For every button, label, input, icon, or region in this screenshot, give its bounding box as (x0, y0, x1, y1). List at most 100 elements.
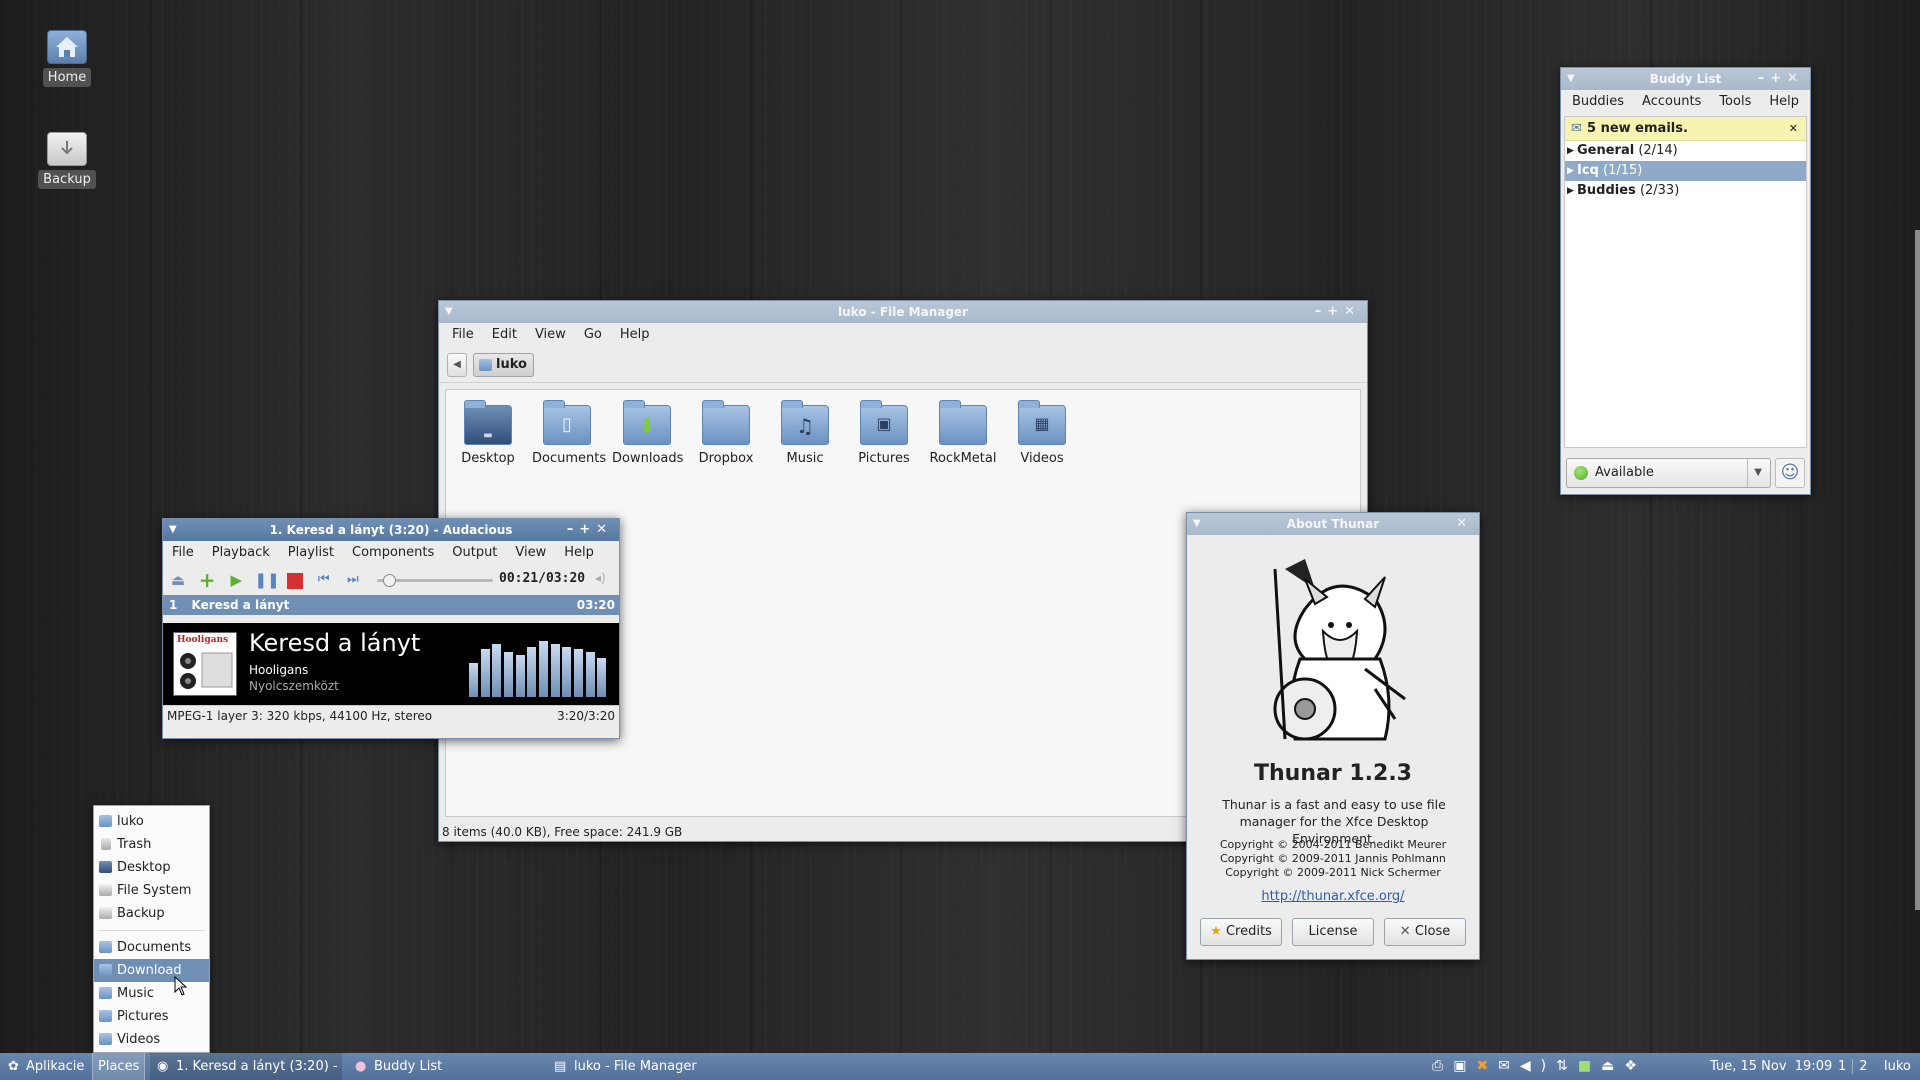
pidgin-tray-icon[interactable]: ■ (1578, 1058, 1601, 1074)
window-controls[interactable]: –+✕ (1758, 68, 1804, 90)
applications-menu-button[interactable]: ✿ Aplikacie (6, 1053, 84, 1080)
workspace-1[interactable]: 1 (1832, 1059, 1852, 1074)
chevron-down-icon: ▼ (1747, 459, 1762, 487)
buddy-group[interactable]: ▶ Buddies (2/33) (1565, 181, 1806, 201)
expander-icon[interactable]: ▶ (1567, 141, 1574, 161)
file-manager-icon: ▤ (554, 1059, 567, 1074)
clock[interactable]: Tue, 15 Nov 19:09 (1710, 1053, 1832, 1080)
places-item-videos[interactable]: Videos (94, 1028, 209, 1051)
places-item-label: Music (117, 986, 154, 1001)
menu-view[interactable]: View (506, 541, 555, 565)
playlist-row[interactable]: 1 Keresd a lányt 03:20 (163, 595, 619, 615)
close-button[interactable]: ✕ Close (1384, 918, 1466, 946)
printer-icon[interactable]: ⎙ (1432, 1058, 1453, 1074)
group-count: (2/14) (1638, 143, 1678, 158)
menu-components[interactable]: Components (343, 541, 443, 565)
buddy-group[interactable]: ▶ General (2/14) (1565, 141, 1806, 161)
folder-downloads[interactable]: ⬇ Downloads (612, 400, 683, 466)
dropbox-icon[interactable]: ❖ (1624, 1058, 1647, 1074)
desktop-icon-backup[interactable]: Backup (37, 132, 97, 189)
play-icon[interactable]: ▶ (225, 569, 247, 591)
license-button[interactable]: License (1292, 918, 1374, 946)
path-button-luko[interactable]: luko (473, 353, 534, 377)
previous-icon[interactable]: ⏮ (313, 569, 335, 591)
desktop-scrollbar[interactable] (1915, 230, 1920, 910)
menu-edit[interactable]: Edit (483, 323, 526, 347)
close-notice-icon[interactable]: ✕ (1789, 117, 1798, 141)
folder-dropbox[interactable]: Dropbox (691, 400, 761, 466)
volume-icon[interactable]: ◂) (595, 571, 606, 585)
menu-help[interactable]: Help (555, 541, 603, 565)
menu-help[interactable]: Help (1760, 90, 1808, 114)
menu-go[interactable]: Go (575, 323, 611, 347)
expander-icon[interactable]: ▶ (1567, 161, 1574, 181)
places-item-file-system[interactable]: File System (94, 879, 209, 902)
user-name[interactable]: luko (1884, 1053, 1911, 1080)
desktop-icon-home[interactable]: Home (37, 30, 97, 87)
open-files-icon[interactable]: ⏏ (167, 569, 189, 591)
window-menu-icon[interactable]: ▼ (1193, 513, 1201, 535)
places-item-music[interactable]: Music (94, 982, 209, 1005)
places-button[interactable]: Places (92, 1053, 146, 1080)
task-audacious[interactable]: ◉ 1. Keresd a lányt (3:20) - A... (150, 1053, 342, 1080)
window-menu-icon[interactable]: ▼ (445, 301, 453, 323)
window-controls[interactable]: –+✕ (1315, 301, 1361, 323)
places-item-download[interactable]: Download (94, 959, 209, 982)
expander-icon[interactable]: ▶ (1567, 181, 1574, 201)
volume-icon[interactable]: ◀) (1520, 1058, 1556, 1074)
seek-slider-handle[interactable] (383, 574, 397, 587)
about-website-link[interactable]: http://thunar.xfce.org/ (1187, 889, 1479, 904)
folder-desktop[interactable]: ▬ Desktop (453, 400, 523, 466)
places-item-trash[interactable]: Trash (94, 833, 209, 856)
menu-playback[interactable]: Playback (203, 541, 279, 565)
workspace-2[interactable]: 2 (1852, 1059, 1874, 1074)
stop-icon[interactable] (284, 569, 306, 591)
task-file-manager[interactable]: ▤ luko - File Manager (550, 1053, 697, 1080)
audacious-titlebar[interactable]: ▼ 1. Keresd a lányt (3:20) - Audacious –… (163, 519, 619, 541)
credits-button[interactable]: ★ Credits (1200, 918, 1282, 946)
close-icon[interactable]: ✕ (1456, 513, 1473, 535)
folder-videos[interactable]: ▦ Videos (1007, 400, 1077, 466)
tools-icon[interactable]: ✖ (1476, 1058, 1498, 1074)
pause-icon[interactable]: ❚❚ (254, 569, 279, 591)
window-controls[interactable]: –+✕ (567, 519, 613, 541)
menu-help[interactable]: Help (611, 323, 659, 347)
places-item-backup[interactable]: Backup (94, 902, 209, 925)
places-item-luko[interactable]: luko (94, 810, 209, 833)
status-selector[interactable]: Available ▼ (1566, 458, 1771, 488)
menu-file[interactable]: File (443, 323, 483, 347)
eject-icon[interactable]: ⏏ (1601, 1058, 1624, 1074)
buddy-list-titlebar[interactable]: ▼ Buddy List –+✕ (1561, 68, 1810, 90)
menu-buddies[interactable]: Buddies (1563, 90, 1633, 114)
menu-output[interactable]: Output (443, 541, 506, 565)
add-files-icon[interactable]: + (196, 569, 218, 591)
window-menu-icon[interactable]: ▼ (1567, 68, 1575, 90)
back-button[interactable]: ◀ (447, 353, 467, 377)
buddy-group[interactable]: ▶ Icq (1/15) (1565, 161, 1806, 181)
folder-sync-icon[interactable]: ▣ (1453, 1058, 1476, 1074)
buddy-avatar[interactable]: ☺ (1775, 458, 1805, 488)
mail-icon[interactable]: ✉ (1498, 1058, 1520, 1074)
network-icon[interactable]: ⇅ (1556, 1058, 1578, 1074)
playlist-length: 03:20 (576, 598, 615, 612)
next-icon[interactable]: ⏭ (342, 569, 364, 591)
menu-playlist[interactable]: Playlist (279, 541, 343, 565)
window-menu-icon[interactable]: ▼ (169, 519, 177, 541)
folder-music[interactable]: ♫ Music (770, 400, 840, 466)
now-playing-panel: Hooligans Keresd a lányt Hooligans Nyolc… (163, 623, 619, 705)
menu-tools[interactable]: Tools (1710, 90, 1760, 114)
places-item-pictures[interactable]: Pictures (94, 1005, 209, 1028)
menu-file[interactable]: File (163, 541, 203, 565)
file-manager-titlebar[interactable]: ▼ luko - File Manager –+✕ (439, 301, 1367, 323)
places-item-desktop[interactable]: Desktop (94, 856, 209, 879)
folder-rockmetal[interactable]: RockMetal (928, 400, 998, 466)
seek-slider[interactable] (377, 574, 493, 587)
places-item-documents[interactable]: Documents (94, 936, 209, 959)
menu-view[interactable]: View (526, 323, 575, 347)
email-notice[interactable]: ✉ 5 new emails. ✕ (1565, 117, 1806, 141)
folder-documents[interactable]: ▯ Documents (532, 400, 606, 466)
task-buddy-list[interactable]: ● Buddy List (350, 1053, 442, 1080)
menu-accounts[interactable]: Accounts (1633, 90, 1710, 114)
folder-pictures[interactable]: ▣ Pictures (849, 400, 919, 466)
about-titlebar[interactable]: ▼ About Thunar ✕ (1187, 513, 1479, 535)
